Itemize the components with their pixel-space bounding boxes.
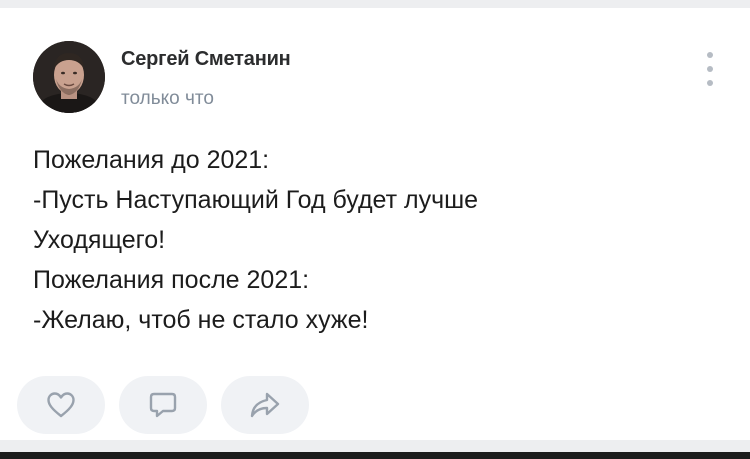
comment-button[interactable] bbox=[119, 376, 207, 434]
avatar[interactable] bbox=[33, 41, 105, 113]
more-dot bbox=[707, 66, 713, 72]
more-vertical-icon[interactable] bbox=[700, 52, 720, 86]
comment-icon bbox=[149, 392, 177, 418]
heart-icon bbox=[47, 392, 75, 418]
avatar-photo bbox=[33, 41, 105, 113]
post-text-line: -Желаю, чтоб не стало хуже! bbox=[33, 306, 369, 334]
share-arrow-icon bbox=[250, 392, 280, 418]
post-card: Сергей Сметанин только что Пожелания до … bbox=[0, 8, 750, 440]
author-name[interactable]: Сергей Сметанин bbox=[121, 48, 291, 71]
post-actions bbox=[17, 376, 309, 434]
post-time[interactable]: только что bbox=[121, 88, 214, 110]
post-text-line: Пожелания после 2021: bbox=[33, 266, 310, 294]
more-dot bbox=[707, 52, 713, 58]
post-text-line: -Пусть Наступающий Год будет лучше bbox=[33, 186, 479, 214]
like-button[interactable] bbox=[17, 376, 105, 434]
post-text-line: Пожелания до 2021: bbox=[33, 146, 270, 174]
more-dot bbox=[707, 80, 713, 86]
post-text-line: Уходящего! bbox=[33, 226, 166, 254]
share-button[interactable] bbox=[221, 376, 309, 434]
post-text: Пожелания до 2021: -Пусть Наступающий Го… bbox=[33, 140, 723, 340]
bottom-divider bbox=[0, 452, 750, 459]
